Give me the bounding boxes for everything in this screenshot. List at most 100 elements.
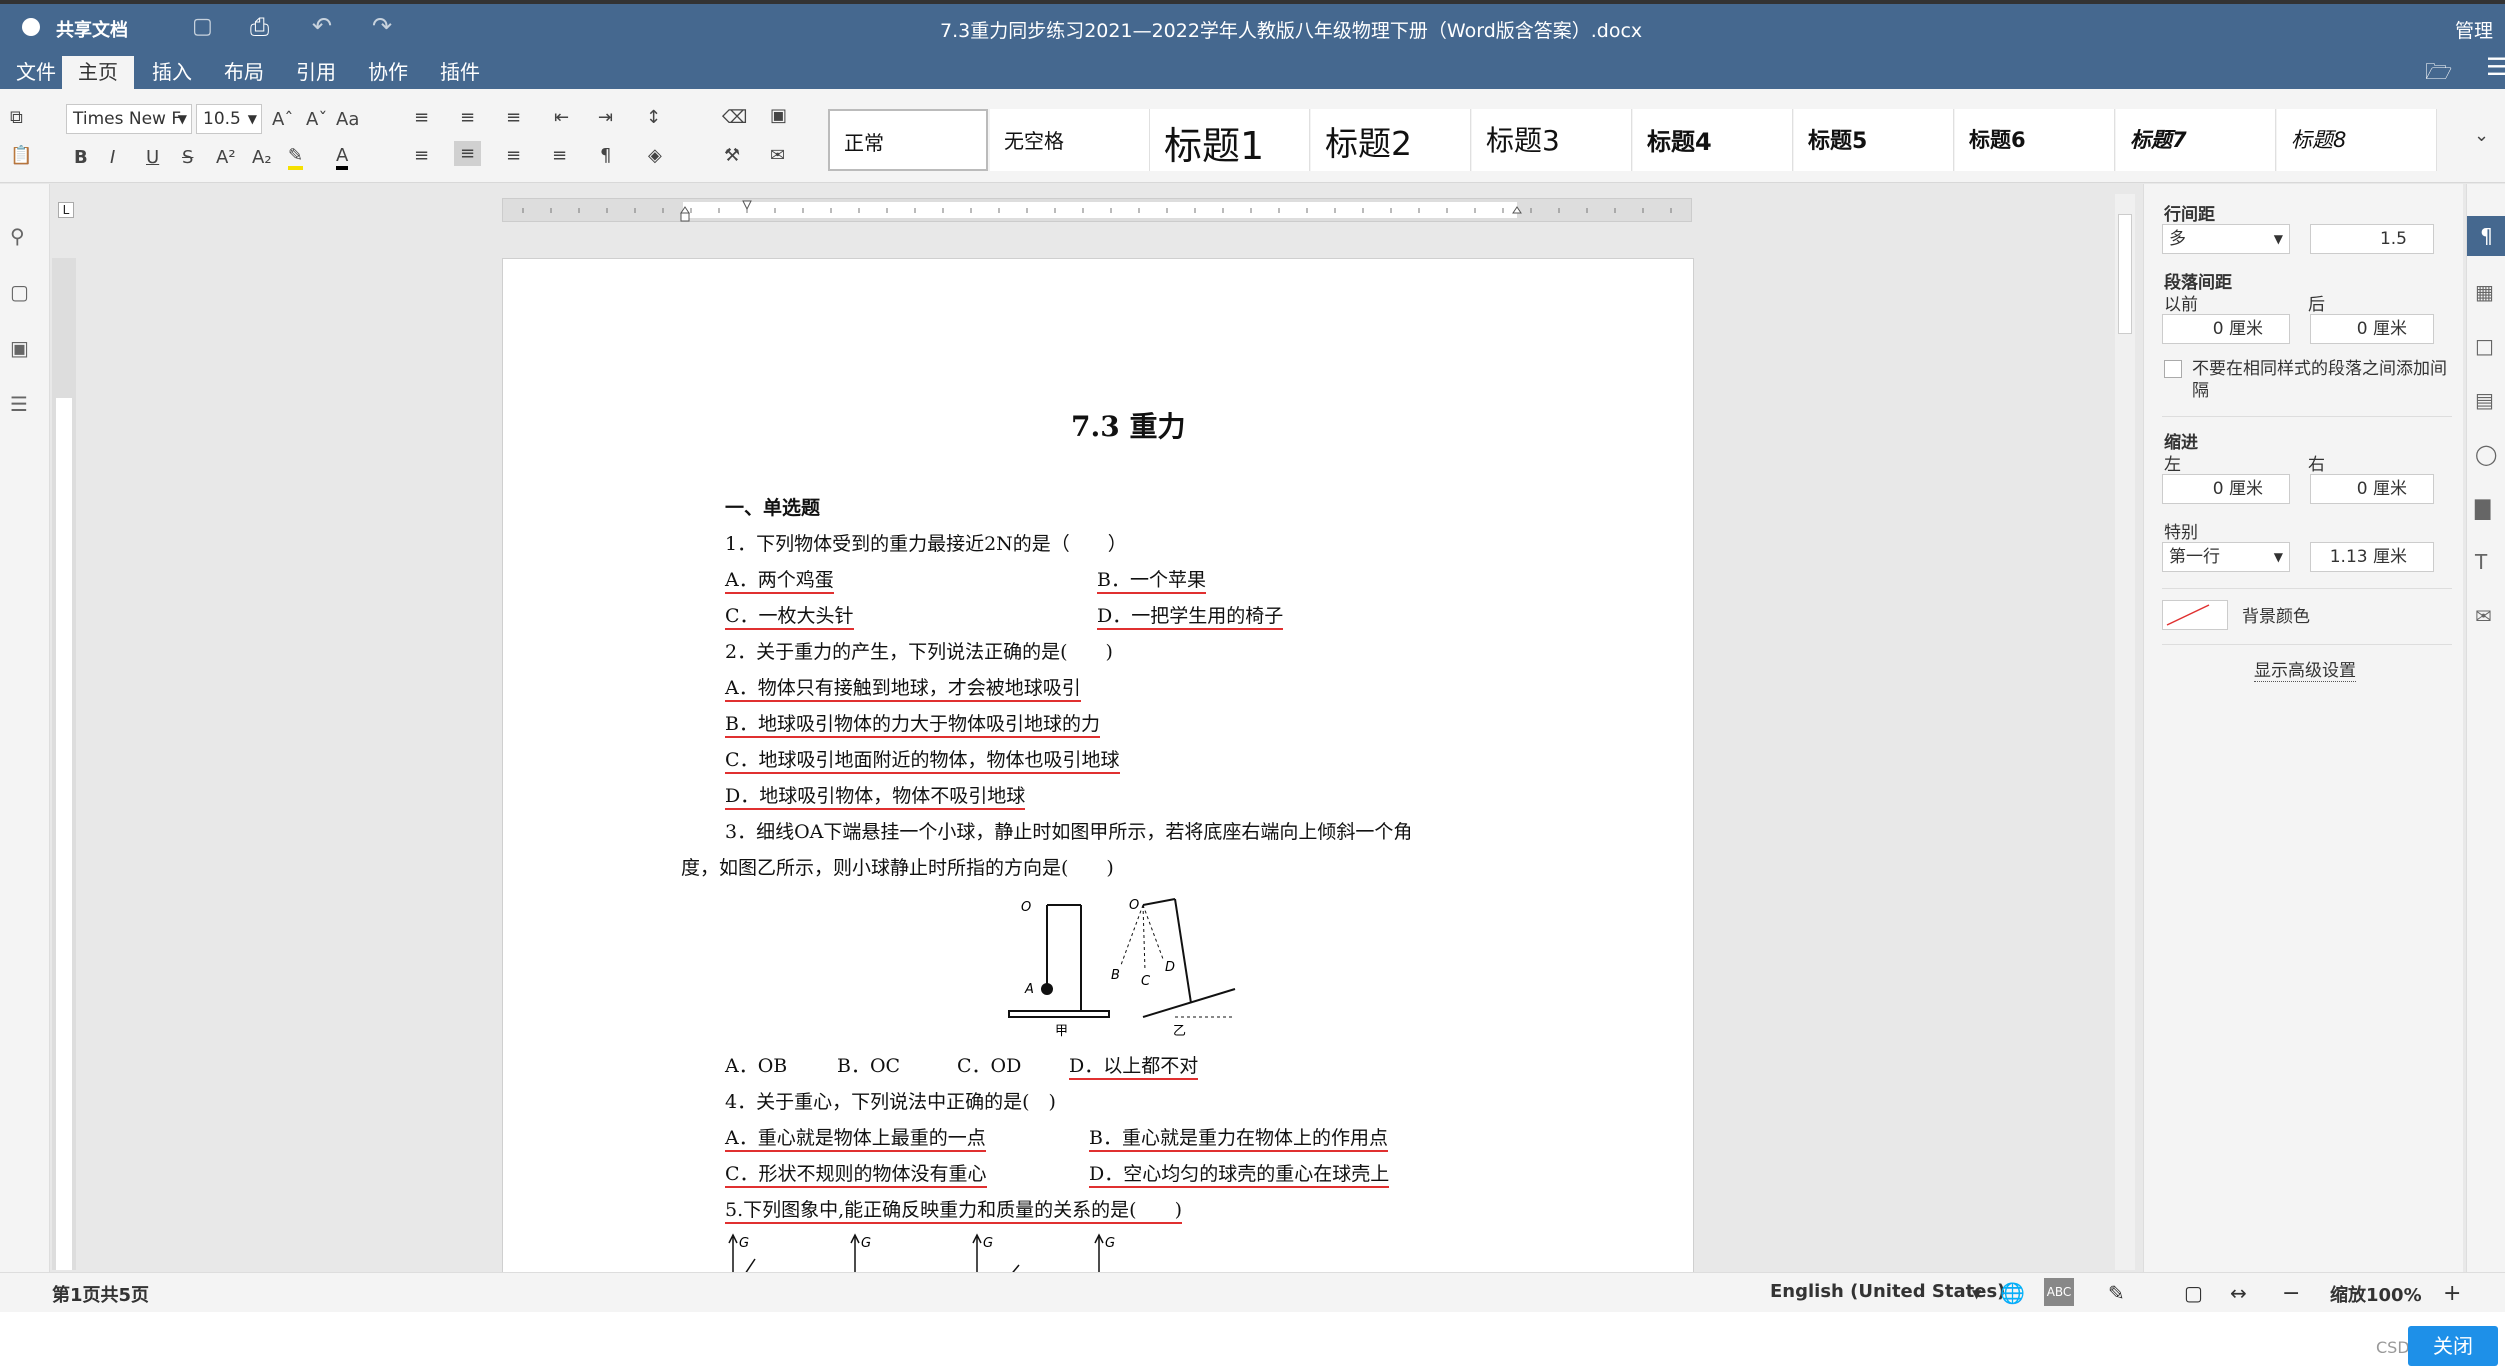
undo-icon[interactable]: ↶ — [312, 12, 332, 40]
style-heading2[interactable]: 标题2 — [1311, 109, 1471, 171]
font-size-select[interactable]: 10.5 ▼ — [196, 104, 262, 134]
document-page[interactable]: 7.3 重力 一、单选题 1．下列物体受到的重力最接近2N的是（ ） A．两个鸡… — [502, 258, 1694, 1278]
increase-indent-icon[interactable]: ⇥ — [598, 107, 613, 128]
styles-expand-icon[interactable]: ⌄ — [2474, 125, 2489, 146]
spacing-after-input[interactable]: 0 厘米 — [2310, 314, 2434, 344]
strikethrough-button[interactable]: S — [182, 147, 193, 168]
spell-check-icon[interactable]: ABC — [2044, 1278, 2074, 1306]
line-spacing-mode-value: 多 — [2169, 229, 2186, 249]
menu-home[interactable]: 主页 — [62, 56, 134, 89]
vertical-ruler[interactable] — [52, 258, 76, 1270]
menu-references[interactable]: 引用 — [280, 56, 352, 89]
comments-icon[interactable]: ▢ — [10, 280, 29, 304]
multilevel-list-icon[interactable]: ≡ — [506, 107, 521, 128]
style-heading3[interactable]: 标题3 — [1472, 109, 1632, 171]
show-advanced-settings-link[interactable]: 显示高级设置 — [2254, 656, 2356, 682]
vertical-scrollbar[interactable] — [2115, 194, 2135, 1270]
italic-button[interactable]: I — [110, 147, 115, 168]
bold-button[interactable]: B — [74, 147, 88, 168]
fit-width-icon[interactable]: ↔ — [2230, 1281, 2247, 1305]
image-settings-icon[interactable]: □ — [2475, 334, 2494, 358]
mail-merge-icon[interactable]: ✉ — [2475, 604, 2492, 628]
highlight-icon[interactable]: ✎ — [288, 145, 304, 170]
menu-plugins[interactable]: 插件 — [424, 56, 496, 89]
save-icon[interactable]: ▢ — [192, 14, 213, 39]
menu-layout[interactable]: 布局 — [208, 56, 280, 89]
style-heading7[interactable]: 标题7 — [2116, 109, 2276, 171]
shading-icon[interactable]: ◈ — [648, 145, 662, 166]
style-heading4[interactable]: 标题4 — [1633, 109, 1793, 171]
q2-option-a: A．物体只有接触到地球，才会被地球吸引 — [725, 673, 1081, 702]
superscript-button[interactable]: A² — [216, 147, 236, 168]
style-heading5[interactable]: 标题5 — [1794, 109, 1954, 171]
clear-format-icon[interactable]: ⌫ — [722, 107, 747, 128]
spacing-before-input[interactable]: 0 厘米 — [2162, 314, 2290, 344]
paragraph-settings-icon[interactable]: ¶ — [2467, 216, 2505, 256]
underline-button[interactable]: U — [146, 147, 159, 168]
decrease-font-icon[interactable]: Aˇ — [306, 109, 327, 130]
fit-page-icon[interactable]: ▢ — [2184, 1281, 2203, 1305]
style-normal[interactable]: 正常 — [828, 109, 988, 171]
paragraph-marks-icon[interactable]: ¶ — [600, 145, 611, 166]
text-art-icon[interactable]: T — [2475, 550, 2487, 574]
table-settings-icon[interactable]: ▦ — [2475, 280, 2494, 304]
style-heading8[interactable]: 标题8 — [2277, 109, 2437, 171]
numbered-list-icon[interactable]: ≡ — [460, 107, 475, 128]
shape-settings-icon[interactable]: ◯ — [2475, 442, 2497, 466]
shape-fill-icon[interactable]: ▣ — [770, 105, 787, 126]
search-icon[interactable]: ⚲ — [10, 224, 25, 248]
language-select[interactable]: English (United States) — [1770, 1281, 2005, 1302]
mail-merge-icon[interactable]: ✉ — [770, 145, 785, 166]
track-changes-icon[interactable]: ✎ — [2108, 1281, 2125, 1305]
font-color-icon[interactable]: A — [336, 145, 349, 170]
paste-icon[interactable]: 📋 — [10, 145, 32, 166]
style-no-spacing[interactable]: 无空格 — [990, 109, 1150, 171]
style-label: 标题3 — [1486, 124, 1560, 157]
align-right-icon[interactable]: ≡ — [506, 145, 521, 166]
zoom-in-icon[interactable]: + — [2443, 1281, 2461, 1306]
line-spacing-mode-select[interactable]: 多 ▼ — [2162, 224, 2290, 254]
line-spacing-value-input[interactable]: 1.5 — [2310, 224, 2434, 254]
page-count: 第1页共5页 — [52, 1285, 150, 1306]
style-heading6[interactable]: 标题6 — [1955, 109, 2115, 171]
background-color-label: 背景颜色 — [2242, 607, 2310, 627]
bullet-list-icon[interactable]: ≡ — [414, 107, 429, 128]
globe-icon[interactable]: 🌐 — [2000, 1281, 2025, 1305]
menu-more-icon[interactable]: ☰ — [2486, 53, 2505, 81]
no-space-checkbox[interactable] — [2164, 360, 2182, 378]
copy-style-icon[interactable]: ⚒ — [724, 145, 740, 166]
horizontal-ruler[interactable] — [502, 198, 1692, 222]
pendulum-figure: O A O B C D 甲 乙 — [1008, 898, 1236, 1039]
navigation-icon[interactable]: ☰ — [10, 392, 28, 416]
special-indent-value-input[interactable]: 1.13 厘米 — [2310, 542, 2434, 572]
copy-icon[interactable]: ⧉ — [10, 107, 23, 128]
style-heading1[interactable]: 标题1 — [1150, 109, 1310, 171]
change-case-icon[interactable]: Aa — [336, 109, 359, 130]
indent-left-input[interactable]: 0 厘米 — [2162, 474, 2290, 504]
subscript-button[interactable]: A₂ — [252, 147, 272, 168]
align-center-icon[interactable]: ≡ — [454, 141, 482, 166]
chat-icon[interactable]: ▣ — [10, 336, 29, 360]
decrease-indent-icon[interactable]: ⇤ — [554, 107, 569, 128]
background-color-picker[interactable] — [2162, 600, 2228, 630]
header-footer-icon[interactable]: ▤ — [2475, 388, 2494, 412]
align-left-icon[interactable]: ≡ — [414, 145, 429, 166]
print-icon[interactable]: ⎙ — [250, 13, 269, 41]
indent-right-input[interactable]: 0 厘米 — [2310, 474, 2434, 504]
tab-stop-selector[interactable]: L — [58, 202, 74, 218]
special-indent-select[interactable]: 第一行 ▼ — [2162, 542, 2290, 572]
open-file-location-icon[interactable]: 🗁 — [2425, 55, 2452, 93]
menu-insert[interactable]: 插入 — [136, 56, 208, 89]
redo-icon[interactable]: ↷ — [372, 12, 392, 40]
justify-icon[interactable]: ≡ — [552, 145, 567, 166]
zoom-out-icon[interactable]: − — [2282, 1281, 2300, 1306]
style-label: 标题4 — [1647, 128, 1712, 156]
close-button[interactable]: 关闭 — [2408, 1326, 2498, 1366]
fig-label-o: O — [1021, 900, 1031, 915]
menu-collaborate[interactable]: 协作 — [352, 56, 424, 89]
line-spacing-icon[interactable]: ↕ — [646, 107, 661, 128]
increase-font-icon[interactable]: Aˆ — [272, 109, 293, 130]
font-name-select[interactable]: Times New F ▼ — [66, 104, 192, 134]
chart-settings-icon[interactable]: ▇ — [2475, 496, 2490, 520]
scrollbar-thumb[interactable] — [2118, 214, 2132, 334]
